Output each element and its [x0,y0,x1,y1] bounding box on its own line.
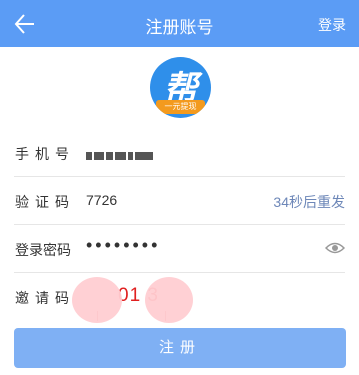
page-title: 注册账号 [145,18,214,37]
password-label: 登录密码 [15,242,71,258]
code-field[interactable]: 7726 [86,192,117,208]
redaction-blur [145,277,193,323]
register-button[interactable]: 注册 [14,328,346,368]
redaction-blur [72,277,122,323]
password-row[interactable]: 登录密码 •••••••• [0,225,359,273]
phone-label: 手机号 [15,146,75,162]
logo-tagline: 一元提现 [156,100,205,114]
phone-row[interactable]: 手机号 [0,129,359,177]
password-field[interactable]: •••••••• [86,235,160,256]
code-label: 验证码 [15,194,75,210]
resend-countdown[interactable]: 34秒后重发 [273,192,345,212]
top-bar: 注册账号 登录 [0,0,359,47]
login-link[interactable]: 登录 [318,15,346,35]
code-row[interactable]: 验证码 7726 34秒后重发 [0,177,359,225]
phone-field-masked[interactable] [86,147,172,160]
app-logo: 帮 一元提现 [150,57,211,118]
invite-label: 邀请码 [15,290,75,306]
eye-icon[interactable] [325,241,345,255]
invite-row[interactable]: 邀请码 01 3 [0,273,359,323]
